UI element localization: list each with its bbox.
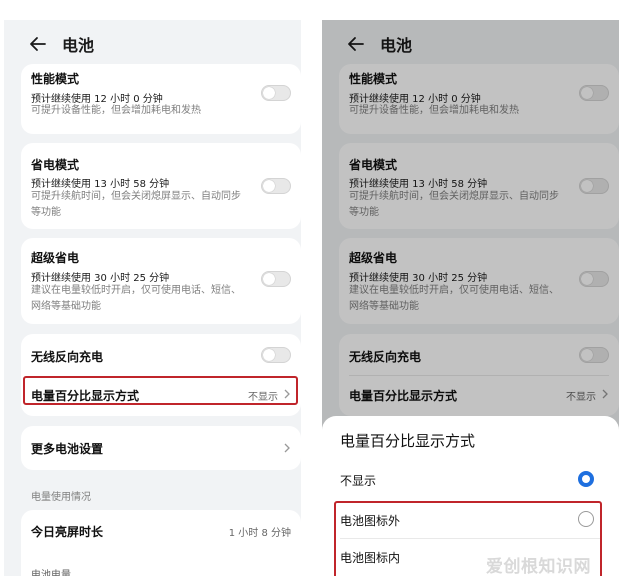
- power-saving-card: 省电模式 预计继续使用 13 小时 58 分钟 可提升续航时间，但会关闭熄屏显示…: [21, 143, 301, 229]
- chevron-right-icon: [283, 443, 291, 453]
- power-saving-title: 省电模式: [31, 158, 80, 172]
- ultra-saving-toggle[interactable]: [261, 271, 291, 287]
- battery-level-label: 电池电量: [31, 570, 71, 576]
- right-screen: 电池 性能模式 预计继续使用 12 小时 0 分钟 可提升设备性能，但会增加耗电…: [322, 20, 619, 576]
- page-title: 电池: [62, 36, 95, 55]
- watermark-text: 爱创根知识网: [486, 557, 591, 576]
- performance-mode-title: 性能模式: [31, 72, 80, 86]
- performance-mode-toggle[interactable]: [261, 85, 291, 101]
- header: 电池: [28, 34, 95, 55]
- option-hidden-radio[interactable]: [578, 471, 594, 487]
- ultra-saving-estimate: 预计继续使用 30 小时 25 分钟: [31, 273, 170, 284]
- more-battery-settings-label: 更多电池设置: [31, 442, 104, 456]
- performance-mode-desc: 可提升设备性能，但会增加耗电和发热: [31, 105, 201, 116]
- option-hidden-label[interactable]: 不显示: [340, 472, 376, 489]
- screen-time-label: 今日亮屏时长: [31, 525, 104, 539]
- wireless-reverse-charge-toggle[interactable]: [261, 347, 291, 363]
- screen-time-value: 1 小时 8 分钟: [228, 528, 291, 539]
- left-screen: 电池 性能模式 预计继续使用 12 小时 0 分钟 可提升设备性能，但会增加耗电…: [4, 20, 301, 576]
- usage-section-label: 电量使用情况: [31, 492, 91, 503]
- performance-mode-card: 性能模式 预计继续使用 12 小时 0 分钟 可提升设备性能，但会增加耗电和发热: [21, 64, 301, 134]
- power-saving-estimate: 预计继续使用 13 小时 58 分钟: [31, 179, 170, 190]
- back-arrow-icon[interactable]: [28, 34, 48, 54]
- usage-card: 今日亮屏时长 1 小时 8 分钟 电池电量: [21, 510, 301, 576]
- wireless-reverse-charge-label: 无线反向充电: [31, 350, 104, 364]
- charging-settings-card: 无线反向充电 电量百分比显示方式 不显示: [21, 334, 301, 416]
- ultra-saving-desc: 建议在电量较低时开启，仅可使用电话、短信、网络等基础功能: [31, 285, 241, 312]
- ultra-saving-title: 超级省电: [31, 251, 80, 265]
- more-battery-settings-row[interactable]: 更多电池设置: [21, 426, 301, 470]
- ultra-saving-card: 超级省电 预计继续使用 30 小时 25 分钟 建议在电量较低时开启，仅可使用电…: [21, 238, 301, 324]
- power-saving-desc: 可提升续航时间，但会关闭熄屏显示、自动同步等功能: [31, 191, 241, 218]
- sheet-title: 电量百分比显示方式: [340, 432, 476, 450]
- percent-display-highlight: [23, 376, 298, 405]
- power-saving-toggle[interactable]: [261, 178, 291, 194]
